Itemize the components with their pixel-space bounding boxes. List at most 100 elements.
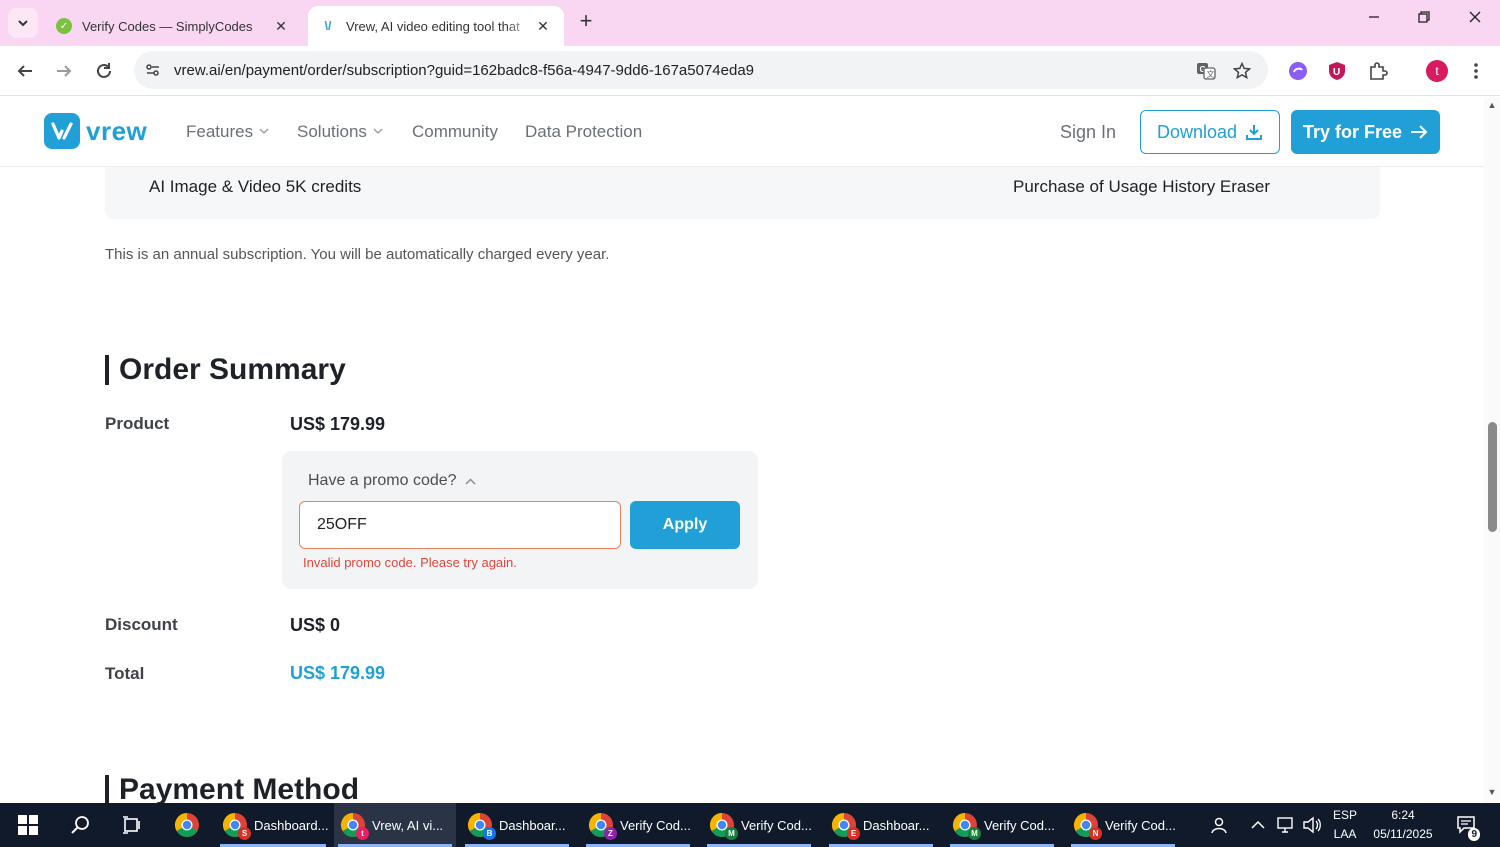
taskbar-window-label: Verify Cod... [984, 817, 1055, 833]
network-icon[interactable] [1274, 803, 1298, 847]
annual-subscription-note: This is an annual subscription. You will… [105, 246, 610, 263]
restore-icon [1418, 11, 1430, 23]
profile-badge: t [356, 827, 369, 840]
tab-vrew[interactable]: \/ Vrew, AI video editing tool that ✕ [308, 6, 564, 46]
promo-code-input[interactable] [299, 501, 621, 549]
profile-badge: M [725, 827, 738, 840]
payment-method-title: Payment Method [105, 773, 359, 803]
page-scrollbar[interactable]: ▲ ▼ [1484, 97, 1500, 803]
start-button[interactable] [10, 803, 46, 847]
site-settings-icon[interactable] [142, 59, 164, 81]
chrome-icon: t [340, 812, 369, 840]
profile-badge: Z [604, 827, 617, 840]
tab-search-button[interactable] [8, 8, 38, 38]
nav-solutions[interactable]: Solutions [297, 122, 383, 142]
taskbar-chrome-window[interactable]: N Verify Cod... [1067, 803, 1179, 847]
search-icon [71, 816, 89, 834]
svg-text:U: U [1333, 67, 1340, 78]
browser-menu-icon[interactable] [1464, 59, 1488, 83]
taskbar-chrome-window[interactable]: E Dashboar... [825, 803, 937, 847]
volume-icon[interactable] [1300, 803, 1324, 847]
chrome-pinned-icon[interactable] [170, 803, 204, 847]
nav-data-protection[interactable]: Data Protection [525, 122, 642, 142]
promo-code-toggle[interactable]: Have a promo code? [308, 472, 476, 490]
new-tab-button[interactable]: + [574, 10, 598, 34]
extensions-puzzle-icon[interactable] [1366, 59, 1390, 83]
restore-button[interactable] [1409, 10, 1439, 34]
profile-badge: N [1089, 827, 1102, 840]
benefit-history-eraser: Purchase of Usage History Eraser [1013, 177, 1270, 196]
scroll-up-icon[interactable]: ▲ [1487, 100, 1497, 110]
translate-icon[interactable]: G文 [1195, 60, 1217, 82]
minimize-button[interactable] [1359, 10, 1389, 34]
extension-purple-icon[interactable] [1286, 59, 1310, 83]
chevron-down-icon [259, 127, 269, 138]
arrow-left-icon [17, 65, 32, 77]
reload-button[interactable] [91, 58, 117, 84]
chevron-up-icon [465, 478, 476, 484]
clock-date[interactable]: 05/11/2025 [1366, 827, 1440, 841]
taskbar-chrome-window[interactable]: S Dashboard... [216, 803, 330, 847]
task-view-button[interactable] [116, 803, 148, 847]
close-tab-icon[interactable]: ✕ [272, 18, 290, 35]
chrome-icon: N [1073, 812, 1102, 840]
taskbar-window-label: Dashboard... [254, 817, 329, 833]
back-button[interactable] [12, 58, 38, 84]
notifications-button[interactable]: 9 [1452, 803, 1482, 847]
tab-verify-codes[interactable]: ✓ Verify Codes — SimplyCodes ✕ [44, 6, 302, 46]
svg-text:文: 文 [1207, 69, 1215, 79]
taskbar-window-label: Vrew, AI vi... [372, 817, 444, 833]
taskbar-chrome-window[interactable]: Z Verify Cod... [582, 803, 694, 847]
language-indicator-bottom[interactable]: LAA [1330, 827, 1360, 841]
forward-button[interactable] [51, 58, 77, 84]
url-text: vrew.ai/en/payment/order/subscription?gu… [174, 62, 755, 79]
taskbar-window-label: Verify Cod... [1105, 817, 1176, 833]
tab-title: Vrew, AI video editing tool that [346, 18, 520, 34]
chrome-icon: M [952, 812, 981, 840]
taskbar-chrome-window[interactable]: B Dashboar... [461, 803, 573, 847]
close-tab-icon[interactable]: ✕ [534, 18, 552, 35]
taskbar-window-label: Verify Cod... [741, 817, 812, 833]
minimize-icon [1369, 16, 1379, 18]
chrome-icon: M [709, 812, 738, 840]
nav-features[interactable]: Features [186, 122, 269, 142]
windows-taskbar: S Dashboard... t Vrew, AI vi... B Dashboar...… [0, 803, 1500, 847]
title-accent-bar [105, 775, 109, 803]
taskbar-chrome-window[interactable]: M Verify Cod... [703, 803, 815, 847]
address-bar[interactable]: vrew.ai/en/payment/order/subscription?gu… [134, 51, 1268, 89]
try-for-free-button[interactable]: Try for Free [1291, 110, 1440, 154]
windows-logo-icon [18, 815, 38, 835]
page-viewport: vrew Features Solutions Community Data P… [0, 97, 1484, 803]
chevron-down-icon [18, 20, 28, 27]
language-indicator-top[interactable]: ESP [1330, 808, 1360, 822]
taskbar-window-label: Dashboar... [499, 817, 566, 833]
download-button[interactable]: Download [1140, 110, 1280, 154]
scroll-down-icon[interactable]: ▼ [1487, 787, 1497, 797]
reload-icon [97, 63, 111, 78]
profile-badge: E [847, 827, 860, 840]
chevron-up-icon[interactable] [1248, 803, 1268, 847]
people-icon[interactable] [1206, 803, 1232, 847]
taskbar-chrome-window[interactable]: t Vrew, AI vi... [334, 803, 456, 847]
bookmark-star-icon[interactable] [1231, 60, 1253, 82]
scrollbar-thumb[interactable] [1488, 422, 1497, 532]
taskbar-window-label: Dashboar... [863, 817, 930, 833]
nav-community[interactable]: Community [412, 122, 498, 142]
total-value: US$ 179.99 [290, 663, 386, 683]
taskbar-window-label: Verify Cod... [620, 817, 691, 833]
sign-in-link[interactable]: Sign In [1060, 122, 1116, 143]
close-window-button[interactable] [1460, 10, 1490, 34]
extension-shield-icon[interactable]: U [1325, 59, 1349, 83]
clock-time[interactable]: 6:24 [1366, 808, 1440, 822]
profile-avatar[interactable]: t [1425, 59, 1449, 83]
profile-badge: M [968, 827, 981, 840]
search-button[interactable] [64, 803, 96, 847]
logo-text: vrew [86, 115, 148, 146]
download-icon [1246, 125, 1263, 140]
taskbar-chrome-window[interactable]: M Verify Cod... [946, 803, 1058, 847]
apply-promo-button[interactable]: Apply [630, 501, 740, 549]
vrew-logo[interactable]: vrew [44, 113, 147, 149]
order-summary-title: Order Summary [105, 353, 346, 387]
product-price: US$ 179.99 [290, 414, 386, 434]
arrow-right-icon [1411, 125, 1428, 139]
